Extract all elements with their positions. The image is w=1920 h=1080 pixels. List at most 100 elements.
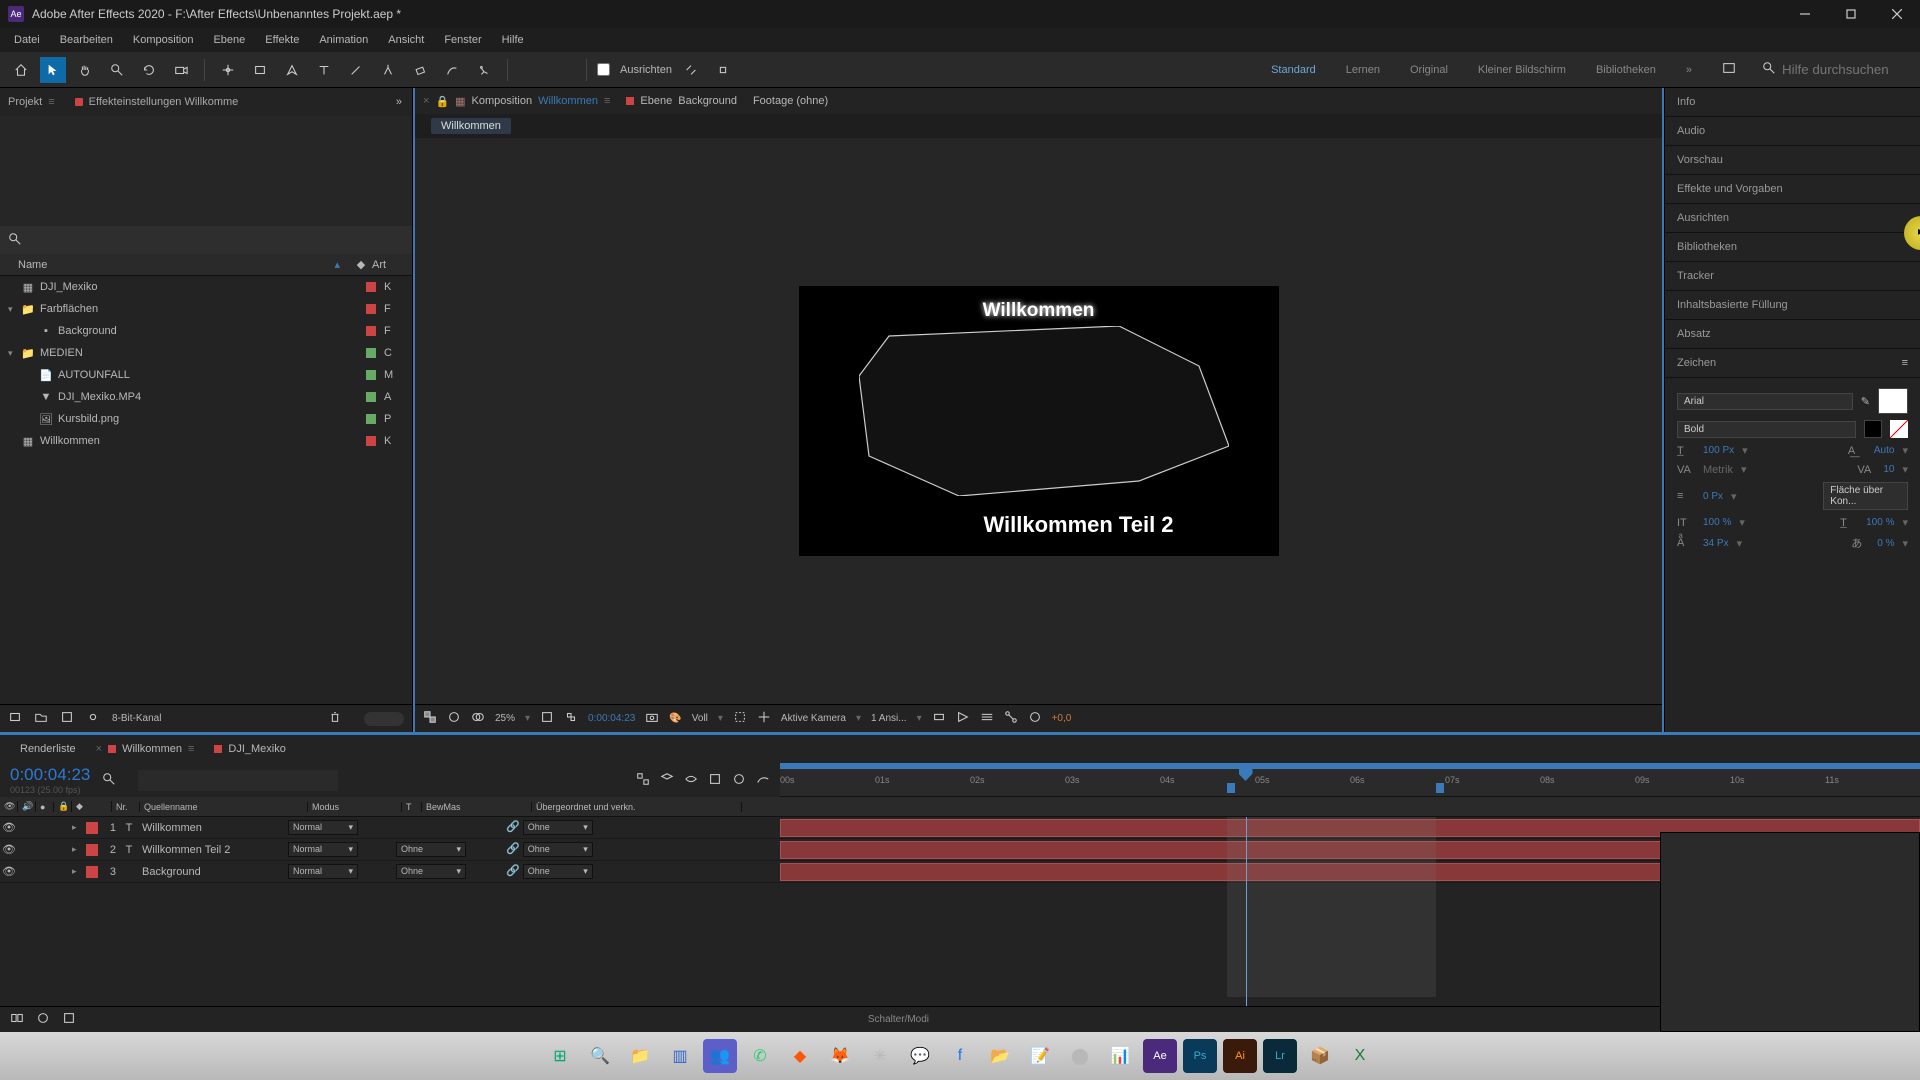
close-tab-icon[interactable]: × (423, 95, 429, 107)
taskbar-app2-icon[interactable]: 📦 (1303, 1039, 1337, 1073)
anchor-tool[interactable] (215, 57, 241, 83)
panel-absatz[interactable]: Absatz (1665, 320, 1920, 349)
panel-effekte[interactable]: Effekte und Vorgaben (1665, 175, 1920, 204)
flowchart-icon[interactable] (1004, 710, 1018, 727)
stroke-width-value[interactable]: 0 Px (1703, 491, 1723, 502)
panel-audio[interactable]: Audio (1665, 117, 1920, 146)
taskbar-teams-icon[interactable]: 👥 (703, 1039, 737, 1073)
panel-menu-icon[interactable]: ≡ (48, 96, 54, 108)
project-item[interactable]: ▪BackgroundF (0, 320, 412, 342)
no-color-swatch[interactable] (1890, 420, 1908, 438)
taskbar-photoshop-icon[interactable]: Ps (1183, 1039, 1217, 1073)
project-search-input[interactable] (28, 233, 404, 248)
pen-tool[interactable] (279, 57, 305, 83)
snap-checkbox[interactable] (597, 63, 610, 76)
col-eye[interactable]: 👁 (0, 801, 18, 812)
clone-tool[interactable] (375, 57, 401, 83)
taskbar-taskview-icon[interactable]: ▥ (663, 1039, 697, 1073)
brush-tool[interactable] (343, 57, 369, 83)
local-axis-tool[interactable] (518, 57, 544, 83)
panel-zeichen-header[interactable]: Zeichen ≡ (1665, 349, 1920, 378)
roto-tool[interactable] (439, 57, 465, 83)
guides-icon[interactable] (757, 710, 771, 727)
viewer-timecode[interactable]: 0:00:04:23 (588, 713, 635, 724)
project-tab[interactable]: Projekt ≡ (8, 96, 55, 108)
camera-dropdown[interactable]: Aktive Kamera (781, 713, 846, 724)
resolution-dropdown[interactable]: Voll (692, 713, 708, 724)
panel-info[interactable]: Info (1665, 88, 1920, 117)
leading-value[interactable]: Auto (1874, 445, 1895, 456)
snap-edge-icon[interactable] (710, 57, 736, 83)
taskbar-folder-icon[interactable]: 📂 (983, 1039, 1017, 1073)
menu-datei[interactable]: Datei (4, 30, 50, 50)
timeline-tab-active[interactable]: × Willkommen ≡ (96, 743, 195, 755)
fast-preview-icon[interactable] (956, 710, 970, 727)
fill-color-swatch[interactable] (1878, 388, 1908, 414)
minimize-button[interactable] (1782, 0, 1828, 28)
project-toggle[interactable] (364, 712, 404, 726)
kerning-value[interactable]: Metrik (1703, 464, 1733, 476)
project-item[interactable]: 📄AUTOUNFALLM (0, 364, 412, 386)
col-lock[interactable]: 🔒 (54, 801, 72, 812)
panel-tracker[interactable]: Tracker (1665, 262, 1920, 291)
transparency-grid-icon[interactable] (564, 710, 578, 727)
taskbar-notes-icon[interactable]: 📝 (1023, 1039, 1057, 1073)
workspace-original[interactable]: Original (1410, 64, 1448, 76)
alpha-toggle-icon[interactable] (423, 710, 437, 727)
snapshot-icon[interactable] (645, 710, 659, 727)
col-mode[interactable]: Modus (308, 802, 402, 812)
zoom-dropdown[interactable]: 25% (495, 713, 515, 724)
effect-controls-tab[interactable]: Effekteinstellungen Willkomme (75, 96, 239, 108)
col-t[interactable]: T (402, 802, 422, 812)
taskbar-illustrator-icon[interactable]: Ai (1223, 1039, 1257, 1073)
menu-bearbeiten[interactable]: Bearbeiten (50, 30, 123, 50)
channel-icon[interactable] (447, 710, 461, 727)
panel-inhaltsbasierte[interactable]: Inhaltsbasierte Füllung (1665, 291, 1920, 320)
toggle-transform-icon[interactable] (62, 1011, 76, 1028)
panel-ausrichten[interactable]: Ausrichten (1665, 204, 1920, 233)
workspace-kleiner[interactable]: Kleiner Bildschirm (1478, 64, 1566, 76)
font-style-dropdown[interactable]: Bold (1677, 421, 1856, 438)
layer-tab[interactable]: Ebene Background (626, 95, 737, 107)
puppet-tool[interactable] (471, 57, 497, 83)
stroke-position-dropdown[interactable]: Fläche über Kon... (1823, 482, 1908, 510)
hscale-value[interactable]: 100 % (1866, 517, 1894, 528)
project-item[interactable]: ▼DJI_Mexiko.MP4A (0, 386, 412, 408)
exposure-reset-icon[interactable] (1028, 710, 1042, 727)
timeline-search-input[interactable] (138, 770, 338, 791)
exposure-value[interactable]: +0,0 (1052, 713, 1072, 724)
switches-modes-label[interactable]: Schalter/Modi (88, 1014, 1709, 1025)
eyedropper-icon[interactable]: ✎ (1861, 395, 1870, 408)
panel-overflow-icon[interactable]: » (396, 96, 402, 108)
font-size-value[interactable]: 100 Px (1703, 445, 1734, 456)
panel-bibliotheken[interactable]: Bibliotheken (1665, 233, 1920, 262)
text-tool[interactable] (311, 57, 337, 83)
workspace-overflow-icon[interactable]: » (1686, 64, 1692, 76)
timeline-ruler[interactable]: 00s01s02s03s04s05s06s07s08s09s10s11s12s (780, 763, 1920, 797)
col-bewmas[interactable]: BewMas (422, 802, 532, 812)
sort-indicator-icon[interactable]: ▴ (334, 258, 340, 271)
composition-viewer[interactable]: Willkommen Willkommen Teil 2 (415, 138, 1662, 704)
menu-effekte[interactable]: Effekte (255, 30, 309, 50)
project-item[interactable]: 🖼Kursbild.pngP (0, 408, 412, 430)
taskbar-messenger-icon[interactable]: 💬 (903, 1039, 937, 1073)
renderqueue-tab[interactable]: Renderliste (20, 743, 76, 755)
taskbar-brave-icon[interactable]: ◆ (783, 1039, 817, 1073)
eraser-tool[interactable] (407, 57, 433, 83)
menu-ebene[interactable]: Ebene (203, 30, 255, 50)
snap-options-icon[interactable] (678, 57, 704, 83)
workspace-bibliotheken[interactable]: Bibliotheken (1596, 64, 1656, 76)
project-item[interactable]: ▾📁MEDIENC (0, 342, 412, 364)
new-comp-icon[interactable] (60, 710, 74, 727)
region-icon[interactable] (733, 710, 747, 727)
col-label[interactable]: ◆ (72, 801, 112, 812)
workspace-lernen[interactable]: Lernen (1346, 64, 1380, 76)
graph-editor-icon[interactable] (756, 772, 770, 789)
taskbar-lightroom-icon[interactable]: Lr (1263, 1039, 1297, 1073)
taskbar-aftereffects-icon[interactable]: Ae (1143, 1039, 1177, 1073)
pixel-aspect-icon[interactable] (932, 710, 946, 727)
project-item-list[interactable]: ▦DJI_MexikoK▾📁FarbflächenF▪BackgroundF▾📁… (0, 276, 412, 704)
project-item[interactable]: ▦WillkommenK (0, 430, 412, 452)
bit-depth-label[interactable]: 8-Bit-Kanal (112, 713, 161, 724)
close-button[interactable] (1874, 0, 1920, 28)
